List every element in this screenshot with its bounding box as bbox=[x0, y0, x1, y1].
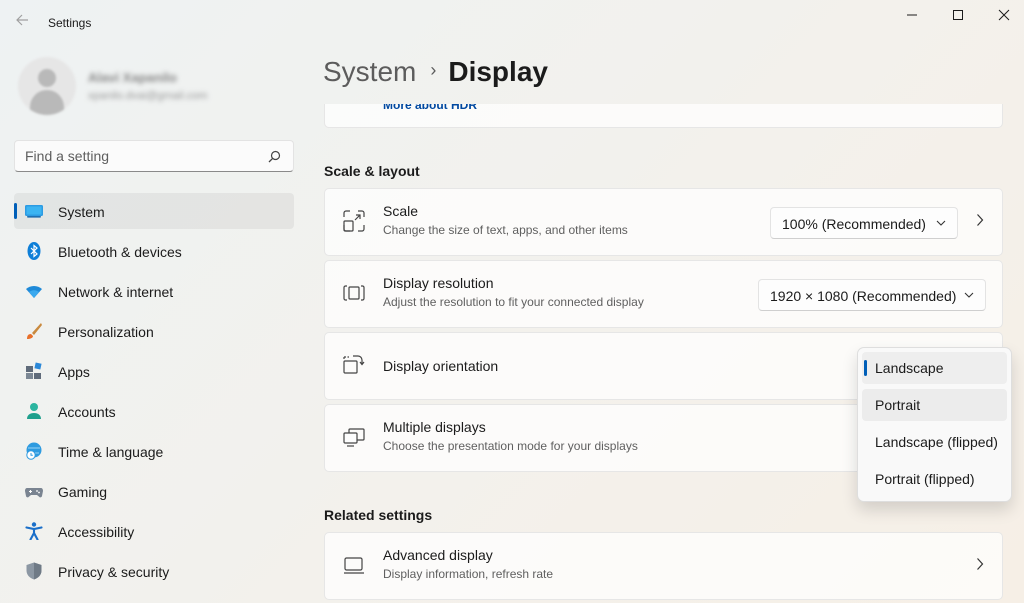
active-indicator bbox=[14, 203, 17, 219]
scale-card[interactable]: Scale Change the size of text, apps, and… bbox=[324, 188, 1003, 256]
orientation-option-label: Portrait (flipped) bbox=[875, 471, 975, 487]
multiple-displays-icon bbox=[343, 428, 365, 447]
resolution-title: Display resolution bbox=[383, 275, 494, 291]
search-icon[interactable] bbox=[268, 150, 281, 163]
sidebar-item-personalization[interactable]: Personalization bbox=[14, 313, 294, 349]
scale-layout-heading: Scale & layout bbox=[324, 163, 420, 179]
page-title: Display bbox=[448, 56, 548, 87]
hdr-card: More about HDR bbox=[324, 104, 1003, 128]
sidebar-item-label: System bbox=[58, 204, 105, 220]
bluetooth-icon bbox=[27, 242, 41, 260]
sidebar-item-label: Privacy & security bbox=[58, 564, 170, 580]
advanced-display-title: Advanced display bbox=[383, 547, 493, 563]
breadcrumb: System › Display bbox=[323, 56, 548, 96]
resolution-dropdown[interactable]: 1920 × 1080 (Recommended) bbox=[758, 279, 986, 311]
user-profile[interactable]: Alavi Xapanilo xpanilo.dvai@gmail.com bbox=[16, 54, 296, 124]
orientation-option-label: Landscape bbox=[875, 360, 944, 376]
orientation-option-portrait-flipped[interactable]: Portrait (flipped) bbox=[862, 463, 1007, 495]
orientation-option-landscape-flipped[interactable]: Landscape (flipped) bbox=[862, 426, 1007, 458]
sidebar-item-accounts[interactable]: Accounts bbox=[14, 393, 294, 429]
sidebar-item-label: Personalization bbox=[58, 324, 154, 340]
orientation-option-label: Landscape (flipped) bbox=[875, 434, 998, 450]
search-box bbox=[14, 140, 294, 172]
scale-dropdown[interactable]: 100% (Recommended) bbox=[770, 207, 958, 239]
search-input[interactable] bbox=[25, 147, 265, 165]
advanced-display-subtitle: Display information, refresh rate bbox=[383, 567, 554, 581]
close-button[interactable] bbox=[981, 0, 1024, 30]
orientation-title: Display orientation bbox=[383, 358, 499, 374]
chevron-down-icon bbox=[964, 292, 974, 298]
sidebar-item-label: Network & internet bbox=[58, 284, 174, 300]
title-bar: Settings bbox=[0, 0, 1024, 46]
sidebar-nav: System Bluetooth & devices Network & int… bbox=[14, 193, 294, 593]
sidebar-item-system[interactable]: System bbox=[14, 193, 294, 229]
accessibility-icon bbox=[25, 522, 43, 540]
sidebar-item-label: Accessibility bbox=[58, 524, 135, 540]
minimize-icon bbox=[907, 14, 917, 16]
back-button[interactable] bbox=[10, 11, 34, 35]
orientation-option-landscape[interactable]: Landscape bbox=[862, 352, 1007, 384]
profile-name: Alavi Xapanilo bbox=[88, 70, 177, 85]
app-title: Settings bbox=[48, 16, 92, 30]
maximize-icon bbox=[953, 10, 963, 20]
close-icon bbox=[998, 9, 1010, 21]
resolution-subtitle: Adjust the resolution to fit your connec… bbox=[383, 295, 644, 309]
display-resolution-card: Display resolution Adjust the resolution… bbox=[324, 260, 1003, 328]
shield-icon bbox=[26, 562, 42, 580]
sidebar-item-bluetooth[interactable]: Bluetooth & devices bbox=[14, 233, 294, 269]
scale-title: Scale bbox=[383, 203, 419, 219]
chevron-down-icon bbox=[936, 220, 946, 226]
system-icon bbox=[25, 205, 43, 218]
scale-subtitle: Change the size of text, apps, and other… bbox=[383, 223, 628, 237]
sidebar-item-label: Time & language bbox=[58, 444, 164, 460]
back-arrow-icon bbox=[16, 14, 28, 26]
scale-icon bbox=[343, 210, 365, 232]
chevron-right-icon bbox=[977, 558, 984, 570]
more-about-hdr-link[interactable]: More about HDR bbox=[383, 104, 477, 112]
apps-icon bbox=[26, 362, 42, 379]
advanced-display-card[interactable]: Advanced display Display information, re… bbox=[324, 532, 1003, 600]
resolution-dropdown-value: 1920 × 1080 (Recommended) bbox=[770, 288, 957, 304]
orientation-option-label: Portrait bbox=[875, 397, 921, 413]
orientation-option-portrait[interactable]: Portrait bbox=[862, 389, 1007, 421]
minimize-button[interactable] bbox=[889, 0, 935, 30]
sidebar-item-label: Bluetooth & devices bbox=[58, 244, 182, 260]
multiple-displays-subtitle: Choose the presentation mode for your di… bbox=[383, 439, 638, 453]
sidebar-item-label: Accounts bbox=[58, 404, 116, 420]
brush-icon bbox=[27, 323, 42, 339]
resolution-icon bbox=[343, 285, 365, 301]
orientation-icon bbox=[343, 355, 365, 374]
monitor-icon bbox=[344, 557, 364, 574]
sidebar-item-time-language[interactable]: Time & language bbox=[14, 433, 294, 469]
wifi-icon bbox=[26, 285, 42, 298]
sidebar-item-accessibility[interactable]: Accessibility bbox=[14, 513, 294, 549]
multiple-displays-title: Multiple displays bbox=[383, 419, 486, 435]
avatar bbox=[18, 57, 76, 115]
orientation-dropdown-menu: Landscape Portrait Landscape (flipped) P… bbox=[857, 347, 1012, 502]
chevron-right-icon bbox=[977, 214, 984, 226]
related-settings-heading: Related settings bbox=[324, 507, 433, 523]
sidebar-item-gaming[interactable]: Gaming bbox=[14, 473, 294, 509]
person-icon bbox=[27, 403, 41, 419]
sidebar-item-label: Apps bbox=[58, 364, 90, 380]
breadcrumb-separator-icon: › bbox=[430, 60, 437, 80]
sidebar-item-privacy-security[interactable]: Privacy & security bbox=[14, 553, 294, 589]
sidebar-item-network[interactable]: Network & internet bbox=[14, 273, 294, 309]
gamepad-icon bbox=[25, 488, 43, 498]
maximize-button[interactable] bbox=[935, 0, 981, 30]
sidebar-item-label: Gaming bbox=[58, 484, 108, 500]
sidebar-item-apps[interactable]: Apps bbox=[14, 353, 294, 389]
scale-dropdown-value: 100% (Recommended) bbox=[782, 216, 926, 232]
globe-clock-icon bbox=[26, 442, 42, 460]
selected-indicator bbox=[864, 360, 867, 376]
breadcrumb-parent[interactable]: System bbox=[323, 56, 416, 87]
profile-email: xpanilo.dvai@gmail.com bbox=[88, 90, 208, 102]
